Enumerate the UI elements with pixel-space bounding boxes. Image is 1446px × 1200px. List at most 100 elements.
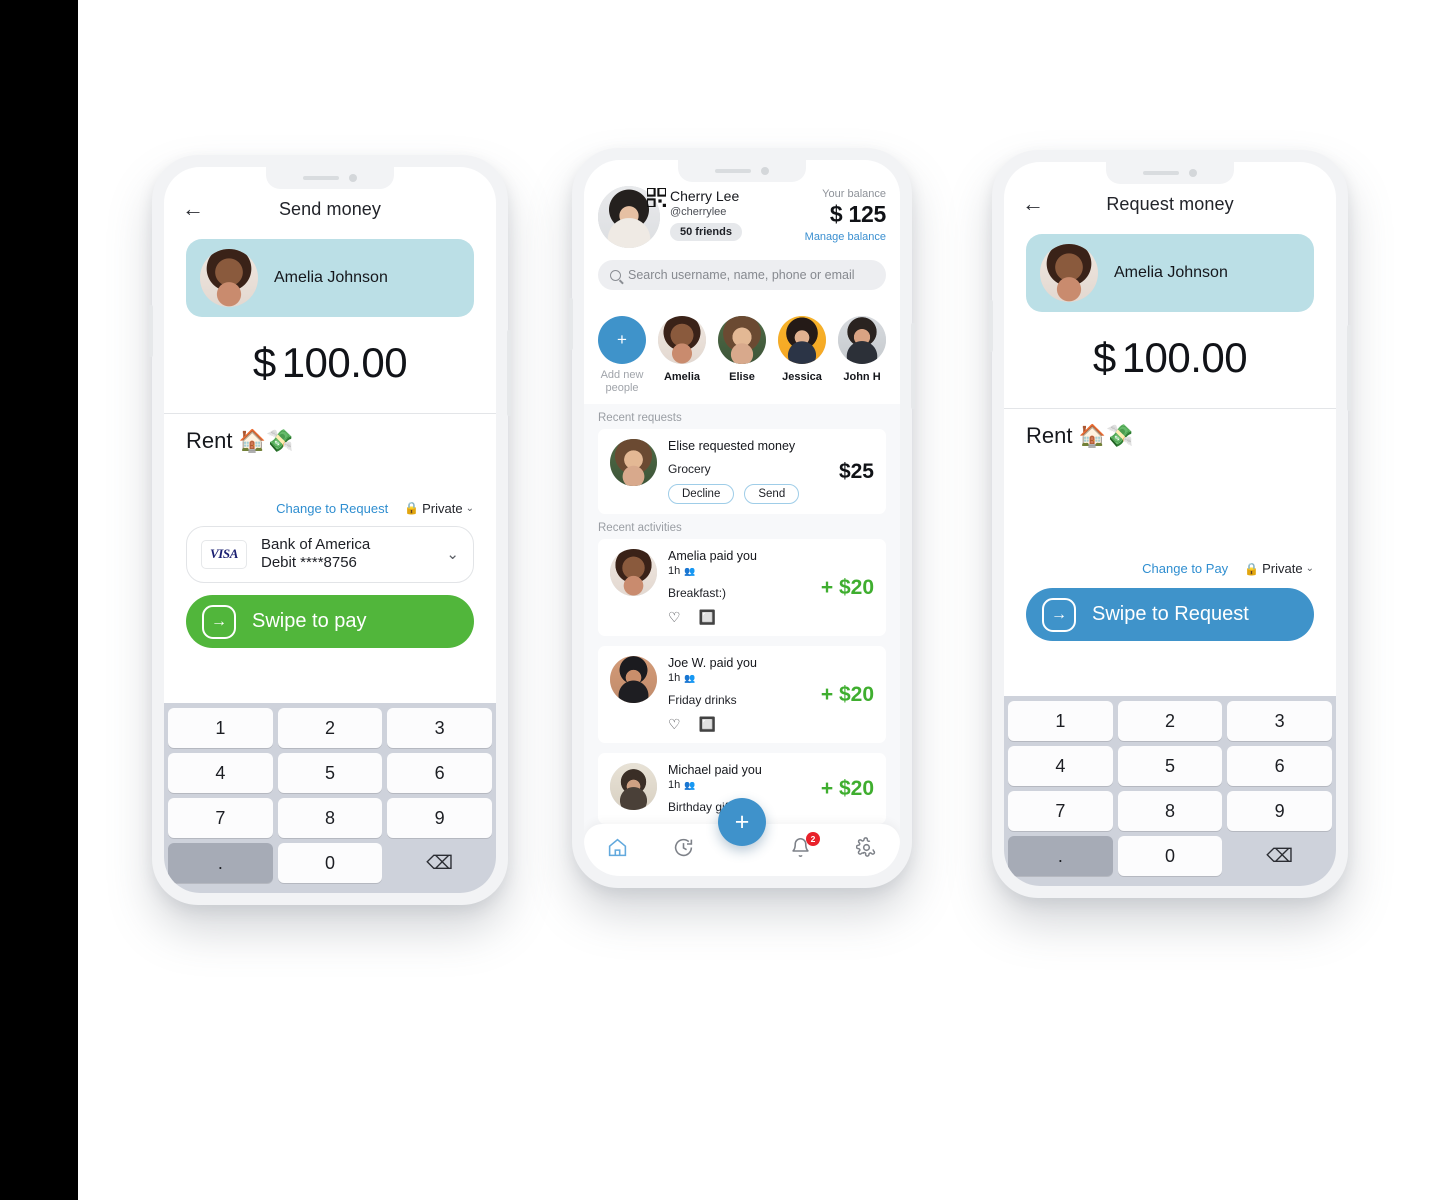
key-2[interactable]: 2 [1117,701,1223,741]
person-label: Elise [729,371,755,383]
page-title: Send money [278,198,382,219]
arrow-left-icon[interactable]: ← [1022,193,1044,215]
activity-row[interactable]: Joe W. paid you 1h 👥 Friday drinks ♡ 🔲 + … [598,646,886,744]
amelia-avatar [610,549,657,597]
qr-code-icon[interactable] [647,188,666,207]
person-elise[interactable]: Elise [718,316,766,383]
notification-badge: 2 [805,831,820,846]
activity-time-value: 1h [668,565,681,578]
notch-speaker [303,176,339,180]
chevron-down-icon: ⌄ [446,546,459,564]
key-8[interactable]: 8 [1117,791,1223,831]
numeric-keypad: 1 2 3 4 5 6 7 8 9 . 0 ⌫ [164,703,496,893]
notch-camera [761,167,769,175]
search-input[interactable]: Search username, name, phone or email [598,260,886,290]
key-7[interactable]: 7 [168,798,273,838]
gear-icon[interactable] [856,836,877,864]
recipient-card[interactable]: Amelia Johnson [186,239,474,317]
key-2[interactable]: 2 [277,708,383,748]
person-john[interactable]: John H [838,316,886,383]
heart-icon[interactable]: ♡ [668,716,681,733]
add-new-people-button[interactable]: + Add new people [598,316,646,394]
lock-icon: 🔒 [404,501,420,515]
balance-amount: $ 125 [805,201,886,228]
friends-badge[interactable]: 50 friends [670,223,742,241]
manage-balance-link[interactable]: Manage balance [805,231,886,243]
key-0[interactable]: 0 [1117,836,1223,876]
recipient-card[interactable]: Amelia Johnson [1026,234,1314,312]
payment-bank-name: Bank of America [261,535,371,553]
backspace-icon[interactable]: ⌫ [1227,836,1332,876]
arrow-right-in-box-icon: → [202,604,236,639]
search-container: Search username, name, phone or email [584,258,900,304]
key-5[interactable]: 5 [1117,746,1223,786]
amelia-avatar [200,249,258,307]
key-decimal[interactable]: . [1008,836,1113,876]
amelia-avatar [1040,244,1098,302]
swipe-to-pay-button[interactable]: → Swipe to pay [186,595,474,648]
key-3[interactable]: 3 [1227,701,1332,741]
switch-privacy-row: Change to Request 🔒 Private ⌄ [164,501,496,516]
key-6[interactable]: 6 [1227,746,1332,786]
activity-title: Joe W. paid you [668,656,757,671]
note-field[interactable]: Rent 🏠💸 [164,414,496,454]
swipe-to-request-button[interactable]: → Swipe to Request [1026,588,1314,641]
key-5[interactable]: 5 [277,753,383,793]
activity-time-value: 1h [668,672,681,685]
send-button[interactable]: Send [744,484,800,505]
payment-card-number: Debit ****8756 [261,554,357,572]
friends-visibility-icon: 👥 [684,565,696,576]
key-6[interactable]: 6 [387,753,492,793]
bell-icon[interactable]: 2 [790,831,820,864]
decline-button[interactable]: Decline [668,484,735,505]
key-4[interactable]: 4 [1008,746,1113,786]
activity-row[interactable]: Amelia paid you 1h 👥 Breakfast:) ♡ 🔲 + $2… [598,539,886,637]
activity-note: Friday drinks [668,693,737,708]
joe-avatar [610,656,657,704]
left-black-margin [0,0,78,1200]
key-3[interactable]: 3 [387,708,492,748]
key-8[interactable]: 8 [277,798,383,838]
history-clock-icon[interactable] [673,837,694,864]
home-icon[interactable] [607,837,628,864]
key-9[interactable]: 9 [387,798,492,838]
key-9[interactable]: 9 [1227,791,1332,831]
activity-time: 1h 👥 [668,565,810,577]
amount-display: $100.00 [164,317,496,413]
key-1[interactable]: 1 [1008,701,1113,741]
note-field[interactable]: Rent 🏠💸 [1004,409,1336,449]
account-avatar-wrap[interactable] [598,186,666,248]
key-7[interactable]: 7 [1008,791,1113,831]
change-to-request-link[interactable]: Change to Request [276,501,388,516]
key-0[interactable]: 0 [277,843,383,883]
new-payment-fab[interactable]: + [718,798,766,846]
privacy-selector[interactable]: 🔒 Private ⌄ [404,501,474,516]
activity-note: Breakfast:) [668,586,727,601]
home-feed-screen: Cherry Lee @cherrylee 50 friends Your ba… [584,160,900,876]
privacy-selector[interactable]: 🔒 Private ⌄ [1244,561,1314,576]
key-decimal[interactable]: . [168,843,273,883]
person-amelia[interactable]: Amelia [658,316,706,383]
phone-home-feed: Cherry Lee @cherrylee 50 friends Your ba… [569,148,915,888]
request-card[interactable]: Elise requested money Grocery Decline Se… [598,429,886,515]
comment-icon[interactable]: 🔲 [699,609,716,626]
activity-body: Joe W. paid you 1h 👥 Friday drinks ♡ 🔲 [668,656,810,733]
change-to-pay-link[interactable]: Change to Pay [1142,561,1228,576]
heart-icon[interactable]: ♡ [668,609,681,626]
swipe-to-pay-label: Swipe to pay [252,610,367,632]
payment-method-selector[interactable]: VISA Bank of America Debit ****8756 ⌄ [186,525,474,583]
activity-time: 1h 👥 [668,779,810,791]
michael-avatar [610,763,657,811]
friends-visibility-icon: 👥 [684,779,696,790]
person-jessica[interactable]: Jessica [778,316,826,383]
notch-camera [1189,169,1197,177]
key-4[interactable]: 4 [168,753,273,793]
backspace-icon[interactable]: ⌫ [387,843,492,883]
activity-title: Amelia paid you [668,549,757,564]
key-1[interactable]: 1 [168,708,273,748]
chevron-down-icon: ⌄ [1305,563,1314,574]
comment-icon[interactable]: 🔲 [699,716,716,733]
arrow-left-icon[interactable]: ← [182,198,204,220]
request-title: Elise requested money [668,439,796,454]
screenshot-canvas: ← Send money Amelia Johnson $100.00 Rent… [0,0,1446,1200]
